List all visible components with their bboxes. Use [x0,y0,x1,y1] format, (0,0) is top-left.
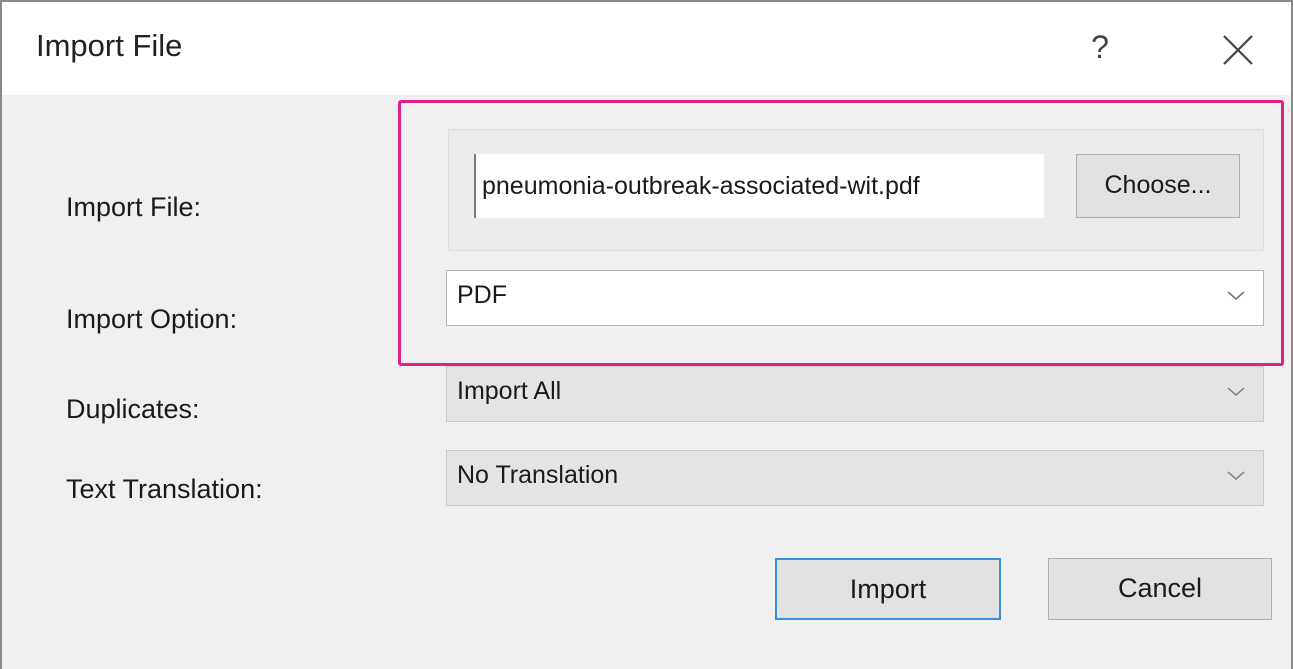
dialog-title: Import File [36,28,183,63]
choose-file-button[interactable]: Choose... [1076,154,1240,218]
duplicates-label: Duplicates: [66,394,200,424]
import-option-value: PDF [457,281,507,309]
duplicates-select[interactable]: Import All [446,366,1264,422]
import-button[interactable]: Import [775,558,1001,620]
cancel-button[interactable]: Cancel [1048,558,1272,620]
import-file-path-input[interactable] [474,154,1044,218]
import-option-label: Import Option: [66,304,238,334]
import-file-label: Import File: [66,192,202,222]
chevron-down-icon [1227,387,1245,397]
import-file-dialog: Import File ? Import File: Import Option… [0,0,1293,669]
import-option-select[interactable]: PDF [446,270,1264,326]
title-bar: Import File ? [2,2,1291,95]
help-button[interactable]: ? [1080,22,1120,72]
close-button[interactable] [1216,28,1260,72]
text-translation-select[interactable]: No Translation [446,450,1264,506]
text-translation-label: Text Translation: [66,474,263,504]
chevron-down-icon [1227,291,1245,301]
close-icon [1223,35,1253,65]
duplicates-value: Import All [457,377,562,405]
chevron-down-icon [1227,471,1245,481]
text-translation-value: No Translation [457,461,619,489]
